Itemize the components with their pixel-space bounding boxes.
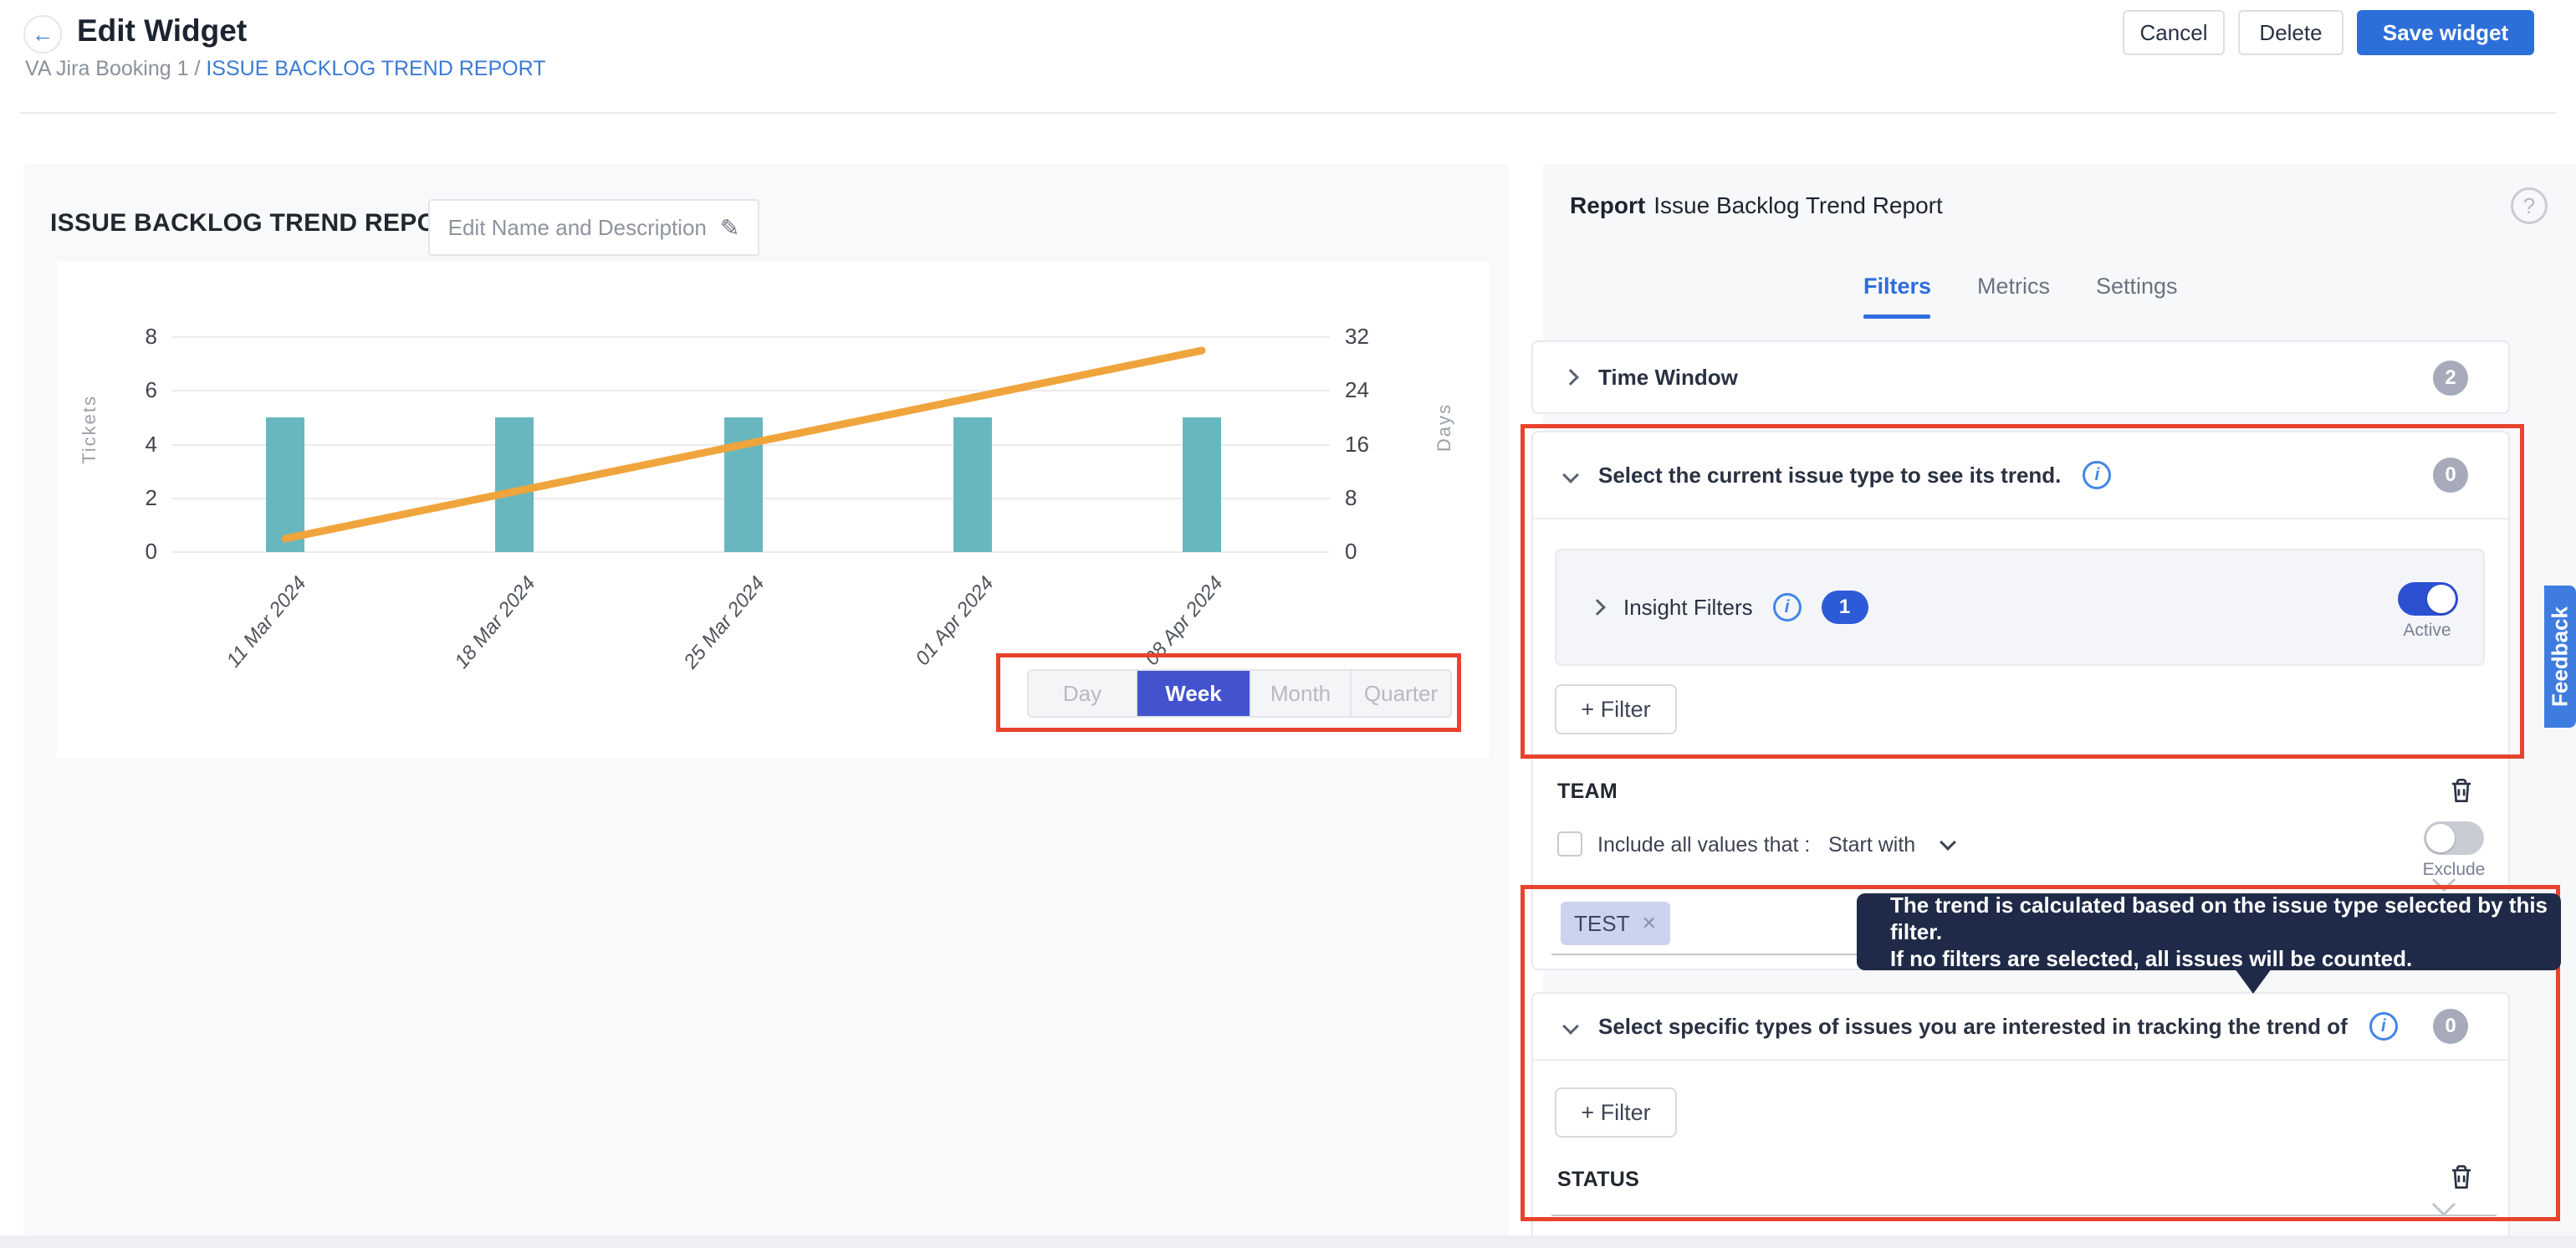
- insight-filters-toggle-label: Active: [2389, 621, 2465, 641]
- feedback-tab[interactable]: Feedback: [2544, 586, 2576, 728]
- left-axis-title: Tickets: [79, 395, 100, 464]
- left-axis-tick: 0: [107, 539, 157, 565]
- delete-team-filter-icon[interactable]: [2446, 775, 2477, 806]
- chevron-down-icon[interactable]: [1562, 467, 1579, 483]
- right-axis-tick: 0: [1345, 539, 1403, 565]
- info-icon[interactable]: i: [1773, 593, 1802, 621]
- section-divider: [1533, 1059, 2508, 1061]
- status-filter-name: STATUS: [1557, 1168, 1639, 1192]
- active-tab-underline: [1863, 315, 1930, 319]
- header-divider: [20, 112, 2556, 114]
- breadcrumb: VA Jira Booking 1 / ISSUE BACKLOG TREND …: [25, 57, 545, 81]
- edit-name-description-button[interactable]: Edit Name and Description ✎: [428, 199, 759, 256]
- team-value-text: TEST: [1574, 911, 1629, 937]
- report-header: Report Issue Backlog Trend Report: [1570, 192, 1943, 219]
- insight-filters-count: 1: [1822, 591, 1868, 624]
- page-title: Edit Widget: [77, 13, 247, 49]
- report-label: Report: [1570, 192, 1645, 218]
- period-option-week[interactable]: Week: [1137, 671, 1251, 716]
- insight-filters-toggle[interactable]: [2398, 582, 2458, 616]
- tooltip-line-1: The trend is calculated based on the iss…: [1890, 892, 2561, 945]
- add-filter-button[interactable]: + Filter: [1555, 1087, 1677, 1138]
- right-axis-tick: 24: [1345, 377, 1403, 403]
- section-divider: [1533, 518, 2508, 519]
- current-issue-section-title: Select the current issue type to see its…: [1598, 463, 2061, 488]
- period-option-quarter[interactable]: Quarter: [1352, 671, 1450, 716]
- tooltip-arrow: [2235, 969, 2272, 994]
- period-option-day[interactable]: Day: [1029, 671, 1137, 716]
- insight-filters-label: Insight Filters: [1623, 595, 1753, 621]
- report-title: Issue Backlog Trend Report: [1653, 192, 1943, 218]
- exclude-toggle[interactable]: [2424, 821, 2484, 855]
- specific-issues-badge: 0: [2433, 1009, 2468, 1044]
- right-axis-tick: 8: [1345, 485, 1403, 511]
- tooltip-line-2: If no filters are selected, all issues w…: [1890, 945, 2561, 972]
- help-icon[interactable]: ?: [2511, 187, 2548, 224]
- exclude-toggle-label: Exclude: [2414, 860, 2494, 880]
- left-axis-tick: 6: [107, 377, 157, 403]
- add-filter-button[interactable]: + Filter: [1555, 684, 1677, 734]
- tab-filters[interactable]: Filters: [1863, 274, 1931, 299]
- include-all-values-checkbox[interactable]: [1557, 831, 1582, 857]
- delete-status-filter-icon[interactable]: [2446, 1161, 2477, 1193]
- chevron-right-icon[interactable]: [1589, 599, 1606, 616]
- tab-settings[interactable]: Settings: [2096, 274, 2178, 299]
- team-value-chip[interactable]: TEST ✕: [1561, 902, 1670, 945]
- time-window-label: Time Window: [1598, 365, 1738, 391]
- page-bottom-strip: [0, 1235, 2576, 1248]
- period-option-month[interactable]: Month: [1251, 671, 1352, 716]
- info-icon[interactable]: i: [2369, 1012, 2398, 1041]
- team-filter-name: TEAM: [1557, 780, 1618, 804]
- status-value-input-underline[interactable]: [1551, 1215, 2497, 1216]
- right-axis-title: Days: [1434, 403, 1455, 452]
- breadcrumb-project: VA Jira Booking 1: [25, 57, 188, 80]
- chevron-down-icon[interactable]: [1562, 1018, 1579, 1035]
- current-issue-section-card: Select the current issue type to see its…: [1531, 431, 2510, 970]
- specific-issues-section-title: Select specific types of issues you are …: [1598, 1014, 2348, 1040]
- cancel-button[interactable]: Cancel: [2123, 10, 2225, 55]
- chevron-right-icon[interactable]: [1562, 369, 1579, 386]
- help-glyph: ?: [2523, 193, 2535, 219]
- left-axis-tick: 8: [107, 324, 157, 350]
- right-axis-tick: 32: [1345, 324, 1403, 350]
- back-button[interactable]: ←: [23, 15, 62, 54]
- operator-dropdown-value[interactable]: Start with: [1828, 833, 1915, 857]
- remove-value-icon[interactable]: ✕: [1641, 913, 1656, 934]
- delete-button[interactable]: Delete: [2238, 10, 2343, 55]
- back-arrow-icon: ←: [32, 22, 54, 48]
- left-axis-tick: 2: [107, 485, 157, 511]
- tab-metrics[interactable]: Metrics: [1977, 274, 2050, 299]
- filter-info-tooltip: The trend is calculated based on the iss…: [1857, 893, 2561, 970]
- widget-title: ISSUE BACKLOG TREND REPORT: [50, 209, 471, 238]
- time-window-card[interactable]: Time Window 2: [1531, 340, 2510, 414]
- edit-name-label: Edit Name and Description: [448, 215, 707, 241]
- include-all-values-label: Include all values that :: [1597, 833, 1810, 857]
- current-issue-badge: 0: [2433, 458, 2468, 493]
- info-icon[interactable]: i: [2083, 461, 2111, 489]
- pencil-icon: ✎: [720, 214, 739, 242]
- breadcrumb-report-link[interactable]: ISSUE BACKLOG TREND REPORT: [206, 57, 545, 80]
- time-window-badge: 2: [2433, 361, 2468, 396]
- breadcrumb-separator: /: [194, 57, 206, 80]
- period-toggle-group: Day Week Month Quarter: [1027, 669, 1452, 718]
- left-axis-tick: 4: [107, 432, 157, 458]
- right-axis-tick: 16: [1345, 432, 1403, 458]
- specific-issues-section-card: Select specific types of issues you are …: [1531, 992, 2510, 1235]
- save-widget-button[interactable]: Save widget: [2357, 10, 2534, 55]
- insight-filters-card[interactable]: Insight Filters i 1 Active: [1555, 549, 2485, 666]
